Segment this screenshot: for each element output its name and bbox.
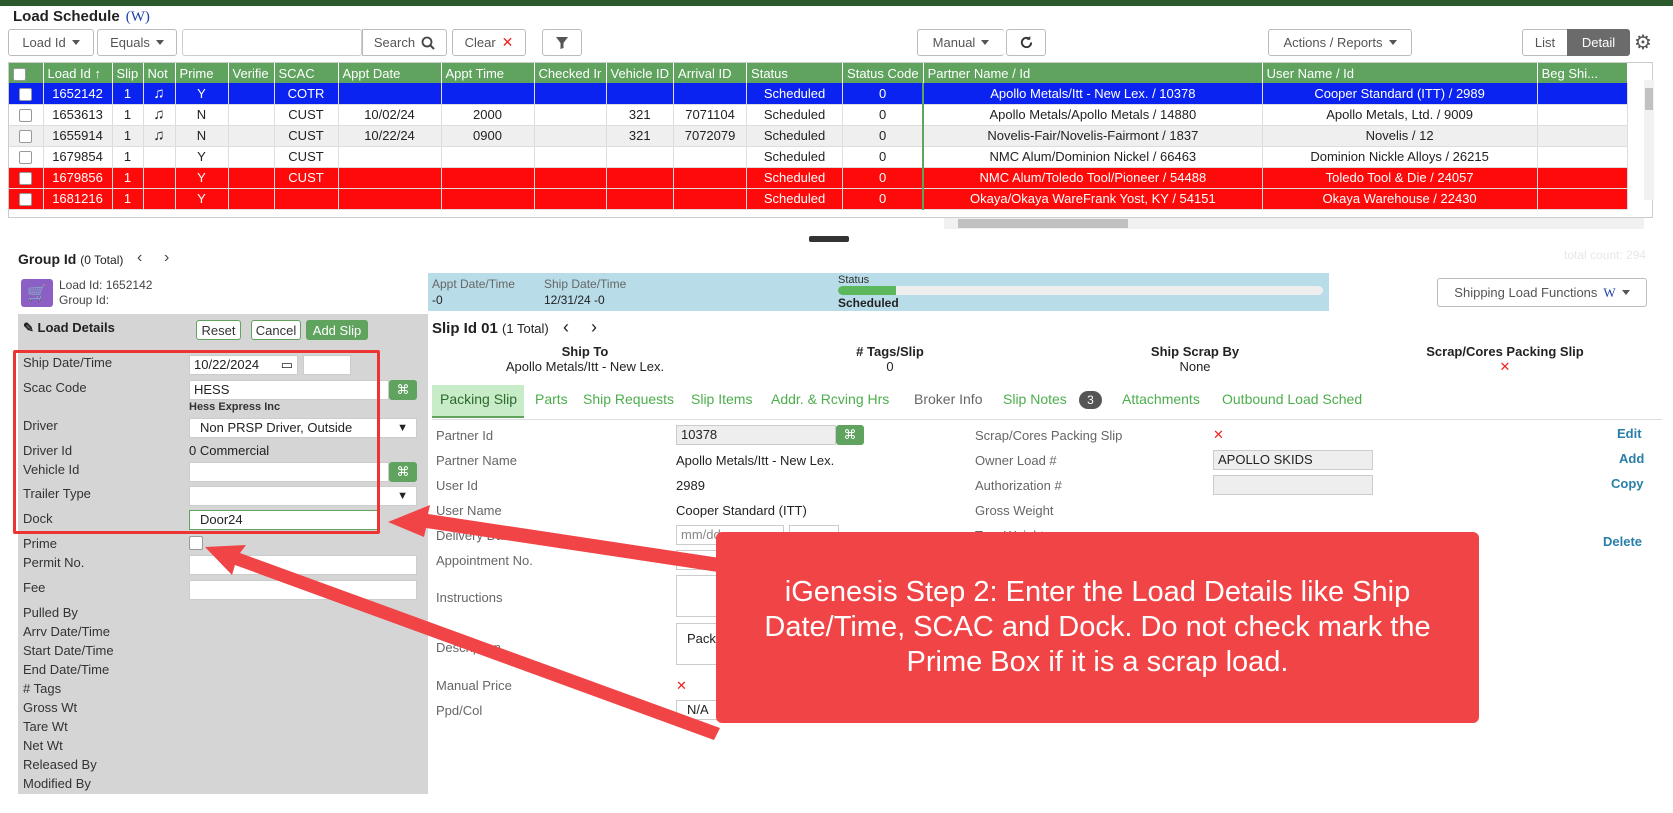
instruction-callout: iGenesis Step 2: Enter the Load Details … — [716, 532, 1479, 723]
arrow-to-prime — [205, 545, 720, 740]
arrow-to-dock — [388, 505, 720, 572]
